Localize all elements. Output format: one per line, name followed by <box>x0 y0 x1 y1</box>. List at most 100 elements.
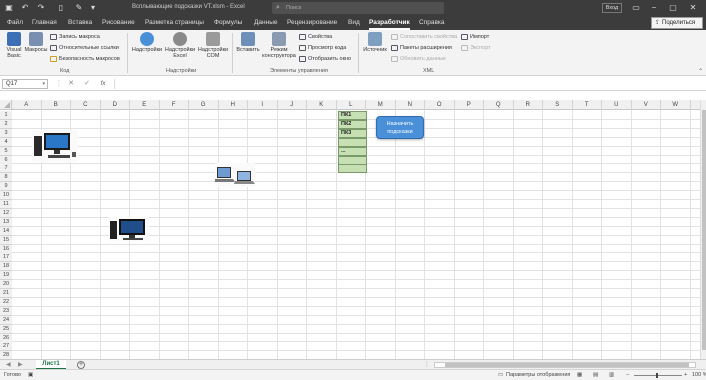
row-header[interactable]: 6 <box>0 155 12 165</box>
name-box[interactable]: Q17 ▾ <box>2 79 48 89</box>
column-header[interactable]: I <box>248 100 278 110</box>
cell-L7[interactable] <box>338 164 367 173</box>
visual-basic-button[interactable]: Visual Basic <box>3 32 25 59</box>
collapse-ribbon-icon[interactable]: ⌃ <box>698 68 703 75</box>
column-header[interactable]: Q <box>484 100 514 110</box>
excel-addins-button[interactable]: Надстройки Excel <box>163 32 197 59</box>
row-header[interactable]: 24 <box>0 315 12 325</box>
column-header[interactable]: N <box>396 100 425 110</box>
map-properties-button[interactable]: Сопоставить свойства <box>391 32 457 42</box>
zoom-slider[interactable] <box>634 375 682 376</box>
addins-button[interactable]: Надстройки <box>131 32 163 53</box>
vertical-scroll-thumb[interactable] <box>702 110 706 350</box>
select-all-button[interactable] <box>0 100 12 110</box>
column-header[interactable]: K <box>307 100 337 110</box>
tab-view[interactable]: Вид <box>348 16 360 30</box>
row-header[interactable]: 27 <box>0 342 12 352</box>
row-header[interactable]: 7 <box>0 164 12 174</box>
close-icon[interactable]: ✕ <box>687 2 699 14</box>
zoom-level[interactable]: 100 % <box>692 370 706 380</box>
login-button[interactable]: Вход <box>602 3 622 13</box>
desktop-computer-image[interactable] <box>32 130 78 162</box>
column-header[interactable]: G <box>189 100 219 110</box>
cell-L4[interactable] <box>338 138 367 147</box>
column-header[interactable]: C <box>71 100 101 110</box>
column-header[interactable]: U <box>602 100 632 110</box>
row-header[interactable]: 19 <box>0 271 12 281</box>
column-header[interactable]: W <box>661 100 691 110</box>
tab-data[interactable]: Данные <box>254 16 277 30</box>
column-header[interactable]: T <box>573 100 602 110</box>
row-header[interactable]: 14 <box>0 226 12 236</box>
insert-function-icon[interactable]: fx <box>98 79 108 89</box>
tab-page-layout[interactable]: Разметка страницы <box>145 16 204 30</box>
column-header[interactable]: J <box>278 100 307 110</box>
com-addins-button[interactable]: Надстройки COM <box>197 32 229 59</box>
design-mode-button[interactable]: Режим конструктора <box>261 32 297 59</box>
new-file-icon[interactable]: ▯ <box>56 3 66 13</box>
zoom-slider-thumb[interactable] <box>656 373 658 378</box>
tab-help[interactable]: Справка <box>419 16 445 30</box>
export-button[interactable]: Экспорт <box>461 43 491 53</box>
save-icon[interactable]: ▣ <box>4 3 14 13</box>
row-header[interactable]: 11 <box>0 200 12 209</box>
column-header[interactable]: F <box>160 100 189 110</box>
column-header[interactable]: V <box>632 100 661 110</box>
row-header[interactable]: 18 <box>0 262 12 272</box>
zoom-out-icon[interactable]: − <box>626 370 629 380</box>
column-header[interactable]: E <box>130 100 160 110</box>
row-header[interactable]: 3 <box>0 128 12 138</box>
expansion-packs-button[interactable]: Пакеты расширения <box>391 43 452 53</box>
cell-L1[interactable]: ПК1 <box>338 111 367 120</box>
tab-insert[interactable]: Вставка <box>68 16 92 30</box>
row-header[interactable]: 21 <box>0 289 12 298</box>
column-header[interactable]: B <box>42 100 71 110</box>
run-dialog-button[interactable]: Отобразить окно <box>299 54 351 64</box>
horizontal-scrollbar[interactable] <box>434 362 696 368</box>
draw-icon[interactable]: ✎ <box>74 3 84 13</box>
row-header[interactable]: 10 <box>0 191 12 201</box>
row-header[interactable]: 15 <box>0 235 12 245</box>
cancel-icon[interactable]: ✕ <box>66 79 76 89</box>
tab-draw[interactable]: Рисование <box>102 16 135 30</box>
vertical-scrollbar[interactable] <box>700 100 706 359</box>
source-button[interactable]: Источник <box>361 32 389 53</box>
row-header[interactable]: 1 <box>0 111 12 120</box>
relative-refs-button[interactable]: Относительные ссылки <box>50 43 119 53</box>
row-header[interactable]: 20 <box>0 280 12 290</box>
tab-formulas[interactable]: Формулы <box>214 16 242 30</box>
row-header[interactable]: 23 <box>0 306 12 316</box>
row-header[interactable]: 16 <box>0 244 12 254</box>
cell-L3[interactable]: ПК3 <box>338 129 367 138</box>
page-layout-view-icon[interactable]: ▤ <box>593 370 598 380</box>
column-header[interactable]: D <box>101 100 130 110</box>
ribbon-display-icon[interactable]: ▭ <box>630 2 642 14</box>
view-code-button[interactable]: Просмотр кода <box>299 43 346 53</box>
chevron-down-icon[interactable]: ▾ <box>42 80 45 88</box>
row-header[interactable]: 26 <box>0 333 12 343</box>
row-header[interactable]: 8 <box>0 173 12 183</box>
maximize-icon[interactable]: ▢ <box>667 2 679 14</box>
column-header[interactable]: S <box>543 100 573 110</box>
assign-hints-button[interactable]: Назначить подсказки <box>376 116 424 139</box>
record-macro-button[interactable]: Запись макроса <box>50 32 100 42</box>
refresh-data-button[interactable]: Обновить данные <box>391 54 446 64</box>
column-header[interactable]: P <box>455 100 484 110</box>
normal-view-icon[interactable]: ▦ <box>577 370 582 380</box>
row-header[interactable]: 4 <box>0 137 12 147</box>
add-sheet-icon[interactable]: + <box>77 361 85 369</box>
page-break-view-icon[interactable]: ▥ <box>609 370 614 380</box>
column-header[interactable]: R <box>514 100 543 110</box>
enter-icon[interactable]: ✓ <box>82 79 92 89</box>
macro-record-icon[interactable]: ▣ <box>28 370 33 380</box>
tab-review[interactable]: Рецензирование <box>287 16 337 30</box>
column-header[interactable]: O <box>425 100 455 110</box>
minimize-icon[interactable]: − <box>648 2 660 14</box>
row-header[interactable]: 5 <box>0 146 12 156</box>
row-header[interactable]: 9 <box>0 182 12 192</box>
row-header[interactable]: 13 <box>0 217 12 227</box>
horizontal-scroll-thumb[interactable] <box>445 363 689 367</box>
cell-L5[interactable]: ... <box>338 147 367 156</box>
column-header[interactable]: H <box>219 100 248 110</box>
tab-developer[interactable]: Разработчик <box>369 16 410 30</box>
